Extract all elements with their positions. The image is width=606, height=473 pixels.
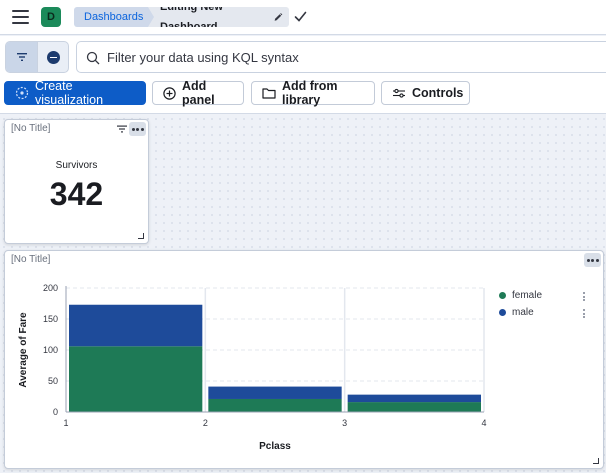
legend-options-icon[interactable] [583, 309, 586, 320]
filter-icon[interactable] [117, 125, 127, 133]
x-tick-label: 4 [481, 418, 486, 428]
folder-icon [262, 88, 276, 99]
minus-circle-icon [47, 50, 60, 64]
y-tick-label: 100 [43, 345, 58, 355]
add-from-library-label: Add from library [282, 79, 338, 107]
bar-female [347, 402, 481, 412]
bar-male [69, 304, 203, 347]
controls-icon [393, 88, 405, 98]
filter-options-button[interactable] [6, 42, 37, 72]
add-from-library-button[interactable]: Add from library [251, 79, 375, 107]
chart-panel[interactable]: [No Title] 0 50 100 150 200 1 2 3 4 Pclass Average… [4, 250, 604, 469]
kql-search-input[interactable]: Filter your data using KQL syntax [76, 41, 606, 73]
x-tick-label: 1 [63, 418, 68, 428]
legend-item-male[interactable]: male [499, 307, 534, 318]
breadcrumb-current[interactable]: Editing New Dashboard [148, 7, 289, 27]
create-visualization-label: Create visualization [35, 79, 104, 107]
legend-item-female[interactable]: female [499, 290, 542, 301]
top-navigation-bar: D Dashboards Editing New Dashboard [0, 0, 606, 35]
pencil-icon[interactable] [273, 12, 283, 23]
legend-swatch [499, 309, 506, 316]
y-axis-title: Average of Fare [18, 312, 29, 388]
menu-icon[interactable] [12, 10, 29, 24]
add-panel-label: Add panel [182, 79, 215, 107]
bar-male [208, 386, 342, 399]
metric-label: Survivors [55, 160, 98, 171]
search-icon [86, 51, 100, 65]
space-avatar[interactable]: D [41, 7, 61, 27]
resize-handle-icon[interactable] [593, 458, 599, 464]
panel-title: [No Title] [11, 123, 51, 134]
legend-options-icon[interactable] [583, 292, 586, 303]
add-panel-button[interactable]: Add panel [152, 79, 244, 107]
query-bar: Filter your data using KQL syntax [0, 36, 606, 80]
check-icon[interactable] [294, 10, 307, 23]
x-tick-label: 3 [342, 418, 347, 428]
controls-label: Controls [412, 86, 464, 100]
bar-female [69, 346, 203, 412]
breadcrumb-current-label: Editing New Dashboard [160, 1, 223, 33]
plus-circle-icon [163, 86, 176, 100]
filter-toggle [5, 41, 69, 73]
y-tick-label: 0 [53, 407, 58, 417]
bar-female [208, 398, 342, 412]
panel-options-button[interactable] [129, 122, 146, 136]
metric-panel[interactable]: [No Title] Survivors 342 [4, 119, 149, 244]
y-tick-label: 50 [48, 376, 58, 386]
x-tick-label: 2 [203, 418, 208, 428]
controls-button[interactable]: Controls [381, 81, 470, 105]
remove-filter-button[interactable] [38, 42, 68, 72]
dashboard-toolbar: Create visualization Add panel Add from … [0, 79, 606, 114]
visualize-icon [15, 86, 29, 100]
kql-placeholder: Filter your data using KQL syntax [107, 50, 299, 65]
bar-male [347, 394, 481, 403]
y-tick-label: 150 [43, 314, 58, 324]
bar-chart: 0 50 100 150 200 1 2 3 4 Pclass Average of Fare [18, 283, 487, 452]
legend-label: male [512, 307, 534, 318]
breadcrumb-dashboards[interactable]: Dashboards [74, 7, 157, 27]
metric-value: 342 [49, 176, 104, 212]
x-axis-title: Pclass [259, 441, 291, 452]
filter-icon [16, 53, 27, 61]
legend-label: female [512, 290, 543, 301]
resize-handle-icon[interactable] [138, 233, 144, 239]
create-visualization-button[interactable]: Create visualization [4, 79, 146, 107]
legend-swatch [499, 292, 506, 299]
y-tick-label: 200 [43, 283, 58, 293]
